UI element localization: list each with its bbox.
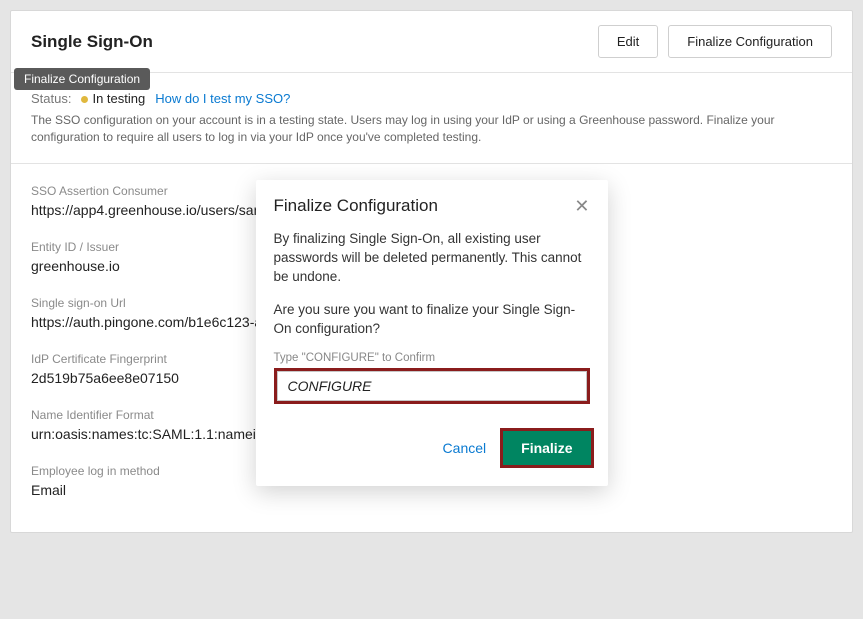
confirm-input-highlight <box>274 368 590 404</box>
modal-title: Finalize Configuration <box>274 196 438 216</box>
finalize-button[interactable]: Finalize <box>503 431 590 465</box>
modal-warning-text: By finalizing Single Sign-On, all existi… <box>274 230 590 287</box>
cancel-button[interactable]: Cancel <box>443 440 487 456</box>
close-icon[interactable]: ✕ <box>574 197 589 215</box>
confirm-input-label: Type "CONFIGURE" to Confirm <box>274 352 590 364</box>
finalize-config-modal: Finalize Configuration ✕ By finalizing S… <box>256 180 608 486</box>
modal-confirm-question: Are you sure you want to finalize your S… <box>274 301 590 339</box>
finalize-button-highlight: Finalize <box>500 428 593 468</box>
modal-overlay: Finalize Configuration ✕ By finalizing S… <box>0 0 863 619</box>
confirm-input[interactable] <box>277 371 587 401</box>
